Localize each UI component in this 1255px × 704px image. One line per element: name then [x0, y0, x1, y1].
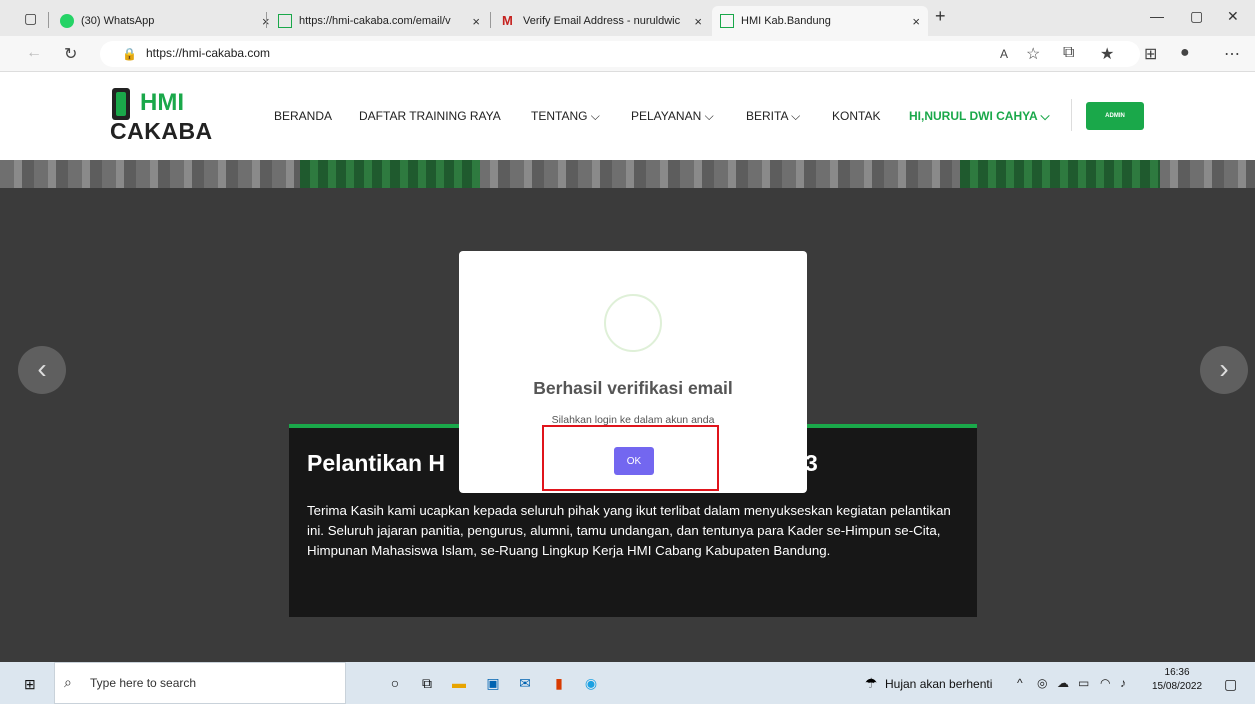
- wifi-icon[interactable]: ◠: [1100, 676, 1110, 690]
- slide-body: Terima Kasih kami ucapkan kepada seluruh…: [307, 503, 951, 558]
- nav-divider: [1071, 99, 1072, 131]
- url-text[interactable]: https://hmi-cakaba.com: [146, 46, 270, 60]
- tab-separator: [490, 12, 491, 28]
- collections-icon[interactable]: ⊞: [1144, 44, 1157, 64]
- dialog-title: Berhasil verifikasi email: [533, 378, 733, 398]
- onedrive-icon[interactable]: ☁: [1057, 676, 1069, 690]
- nav-daftar-training-raya[interactable]: DAFTAR TRAINING RAYA: [359, 109, 501, 123]
- gmail-icon: M: [502, 13, 513, 28]
- tab-whatsapp[interactable]: (30) WhatsApp: [52, 6, 248, 36]
- success-circle-icon: [604, 294, 662, 352]
- file-explorer-icon[interactable]: ▬: [450, 674, 468, 692]
- notifications-icon[interactable]: ▢: [1224, 676, 1237, 693]
- back-icon[interactable]: ←: [26, 44, 42, 62]
- tab-whatsapp-close[interactable]: ×: [248, 6, 270, 36]
- tab-hmi-kab-bandung[interactable]: HMI Kab.Bandung ×: [712, 6, 928, 36]
- tab-actions-icon[interactable]: ▢: [24, 10, 37, 27]
- search-icon: ⌕: [64, 674, 72, 690]
- task-view-icon[interactable]: ⧉: [418, 674, 436, 692]
- read-aloud-icon[interactable]: A: [1000, 47, 1008, 61]
- tab-separator: [48, 12, 49, 28]
- tab-close-icon[interactable]: ×: [912, 14, 920, 29]
- store-icon[interactable]: ▣: [484, 674, 502, 692]
- next-slide-button[interactable]: ›: [1200, 346, 1248, 394]
- restore-button[interactable]: ▢: [1190, 8, 1203, 25]
- windows-start-icon[interactable]: ⊞: [24, 676, 36, 693]
- logo-hmi-text[interactable]: HMI: [140, 89, 184, 117]
- clock-date: 15/08/2022: [1152, 681, 1203, 692]
- nav-pelayanan[interactable]: PELAYANAN ⌵: [631, 109, 714, 124]
- ok-highlight-box: [542, 425, 719, 491]
- settings-more-icon[interactable]: ⋯: [1224, 44, 1240, 64]
- profile-avatar[interactable]: ●: [1180, 44, 1190, 62]
- hmi-logo-icon: [112, 88, 130, 120]
- prev-slide-button[interactable]: ‹: [18, 346, 66, 394]
- nav-berita[interactable]: BERITA ⌵: [746, 109, 800, 124]
- mail-icon[interactable]: ✉: [516, 674, 534, 692]
- nav-kontak[interactable]: KONTAK: [832, 109, 880, 123]
- edge-icon[interactable]: ◉: [582, 674, 600, 692]
- nav-beranda[interactable]: BERANDA: [274, 109, 332, 123]
- tab-close-icon[interactable]: ×: [694, 14, 702, 29]
- taskbar-clock[interactable]: 16:36 15/08/2022: [1152, 666, 1202, 694]
- taskbar-search-placeholder[interactable]: Type here to search: [90, 676, 196, 690]
- extensions-icon[interactable]: ⧉: [1063, 44, 1074, 62]
- weather-text[interactable]: Hujan akan berhenti: [885, 677, 992, 691]
- whatsapp-icon: [60, 14, 74, 28]
- nav-user-menu[interactable]: HI,NURUL DWI CAHYA ⌵: [909, 109, 1050, 124]
- meet-icon[interactable]: ◎: [1037, 676, 1047, 690]
- tab-close-icon[interactable]: ×: [472, 14, 480, 29]
- logo-cakaba-text[interactable]: CAKABA: [110, 118, 213, 145]
- favorite-star-icon[interactable]: ☆: [1026, 44, 1040, 64]
- weather-icon[interactable]: ☂: [862, 674, 880, 692]
- nav-tentang[interactable]: TENTANG ⌵: [531, 109, 600, 124]
- favorites-icon[interactable]: ★: [1100, 44, 1114, 64]
- site-header: [0, 72, 1255, 160]
- cortana-icon[interactable]: ○: [386, 674, 404, 692]
- tab-separator: [266, 12, 267, 28]
- hero-image-strip: [0, 160, 1255, 188]
- volume-icon[interactable]: ♪: [1120, 676, 1126, 690]
- site-favicon-icon: [278, 14, 292, 28]
- clock-time: 16:36: [1164, 667, 1190, 678]
- office-icon[interactable]: ▮: [550, 674, 568, 692]
- new-tab-button[interactable]: +: [935, 6, 946, 27]
- slide-title-left: Pelantikan H: [307, 450, 446, 476]
- battery-icon[interactable]: ▭: [1078, 676, 1089, 690]
- lock-icon[interactable]: 🔒: [122, 47, 137, 61]
- site-favicon-icon: [720, 14, 734, 28]
- refresh-icon[interactable]: ↻: [64, 44, 77, 64]
- tray-chevron-icon[interactable]: ^: [1017, 676, 1023, 690]
- tab-gmail[interactable]: M Verify Email Address - nuruldwic ×: [494, 6, 710, 36]
- close-window-button[interactable]: ✕: [1227, 8, 1239, 25]
- minimize-button[interactable]: —: [1150, 8, 1164, 24]
- admin-button[interactable]: ADMIN: [1086, 102, 1144, 130]
- tab-email-verify-url[interactable]: https://hmi-cakaba.com/email/v ×: [270, 6, 488, 36]
